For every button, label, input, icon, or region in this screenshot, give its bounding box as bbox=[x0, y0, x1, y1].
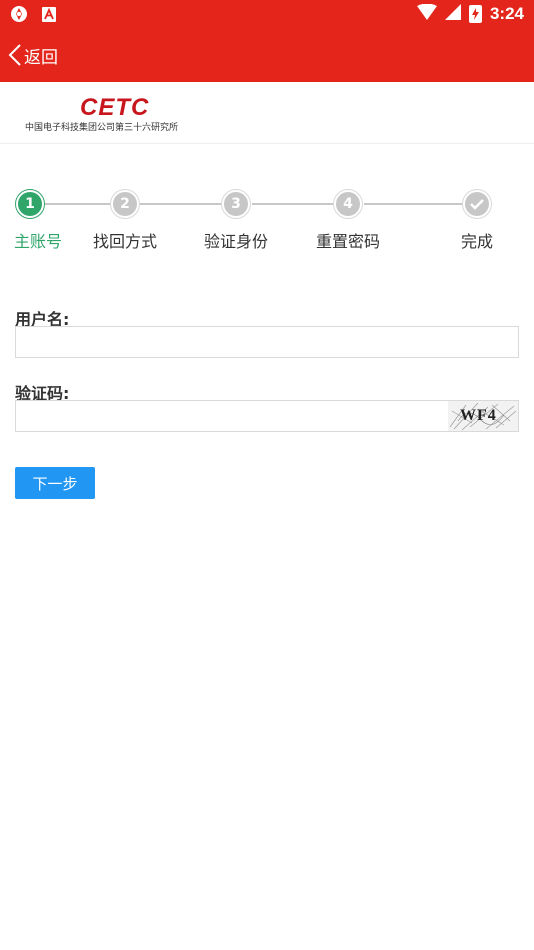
captcha-text: WF4 bbox=[460, 407, 497, 424]
captcha-input[interactable] bbox=[15, 400, 519, 432]
app-header: 3:24 返回 bbox=[0, 0, 534, 82]
step-connector bbox=[252, 203, 333, 205]
username-input[interactable] bbox=[15, 326, 519, 358]
next-step-button[interactable]: 下一步 bbox=[15, 467, 95, 499]
signal-icon bbox=[444, 4, 461, 24]
captcha-image[interactable]: WF4 bbox=[448, 401, 518, 431]
app-icon bbox=[10, 5, 28, 27]
step-connector bbox=[364, 203, 462, 205]
progress-steps: 1 2 3 4 主账号 找回方式 验证身份 重置密码 完成 bbox=[0, 186, 534, 256]
wifi-icon bbox=[416, 3, 437, 24]
logo-subtitle: 中国电子科技集团公司第三十六研究所 bbox=[25, 123, 179, 133]
step-2-label: 找回方式 bbox=[93, 232, 158, 251]
status-time: 3:24 bbox=[489, 4, 524, 23]
step-4-circle: 4 bbox=[334, 190, 362, 218]
checkmark-icon bbox=[470, 199, 484, 210]
step-4-label: 重置密码 bbox=[316, 232, 381, 251]
a-icon bbox=[42, 6, 56, 26]
cetc-logo: CETC bbox=[80, 94, 150, 121]
back-button[interactable]: 返回 bbox=[8, 40, 58, 70]
step-2-circle: 2 bbox=[111, 190, 139, 218]
navbar: 返回 bbox=[0, 28, 534, 82]
step-3-circle: 3 bbox=[222, 190, 250, 218]
step-1-label: 主账号 bbox=[14, 232, 63, 251]
step-3-label: 验证身份 bbox=[204, 232, 269, 251]
logo-area: CETC 中国电子科技集团公司第三十六研究所 bbox=[0, 82, 534, 144]
step-done-circle bbox=[463, 190, 491, 218]
back-label: 返回 bbox=[24, 47, 58, 68]
status-bar: 3:24 bbox=[0, 0, 534, 28]
step-1-circle: 1 bbox=[16, 190, 44, 218]
step-connector bbox=[44, 203, 110, 205]
step-done-label: 完成 bbox=[461, 232, 494, 251]
battery-icon bbox=[468, 5, 482, 23]
step-connector bbox=[140, 203, 221, 205]
chevron-left-icon bbox=[8, 44, 21, 66]
